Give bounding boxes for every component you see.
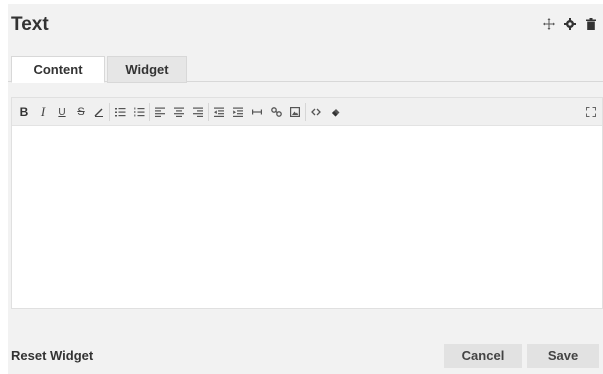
editor-content-area[interactable]	[12, 127, 602, 308]
horizontal-rule-icon[interactable]	[250, 104, 264, 120]
header-actions	[543, 18, 597, 30]
bold-icon[interactable]: B	[17, 104, 31, 120]
gear-icon[interactable]	[564, 18, 576, 30]
toolbar-separator	[208, 103, 209, 121]
move-icon[interactable]	[543, 18, 555, 30]
tab-bar: Content Widget	[8, 56, 603, 83]
text-color-icon[interactable]	[92, 104, 106, 120]
tab-content[interactable]: Content	[11, 56, 105, 83]
indent-icon[interactable]	[231, 104, 245, 120]
widget-editor-panel: Text Content Widget B I U S Reset Widget…	[8, 4, 603, 374]
cancel-button[interactable]: Cancel	[444, 344, 522, 368]
panel-footer: Reset Widget Cancel Save	[8, 344, 603, 374]
panel-header: Text	[8, 4, 603, 46]
italic-icon[interactable]: I	[36, 104, 50, 120]
clear-formatting-icon[interactable]	[329, 104, 343, 120]
save-button[interactable]: Save	[527, 344, 599, 368]
align-center-icon[interactable]	[172, 104, 186, 120]
toolbar-separator	[109, 103, 110, 121]
numbered-list-icon[interactable]	[132, 104, 146, 120]
outdent-icon[interactable]	[212, 104, 226, 120]
fullscreen-icon[interactable]	[584, 104, 598, 120]
widget-title: Text	[11, 14, 49, 35]
bulleted-list-icon[interactable]	[113, 104, 127, 120]
align-right-icon[interactable]	[191, 104, 205, 120]
strikethrough-icon[interactable]: S	[74, 104, 88, 120]
source-code-icon[interactable]	[309, 104, 323, 120]
align-left-icon[interactable]	[153, 104, 167, 120]
toolbar-separator	[305, 103, 306, 121]
reset-widget-link[interactable]: Reset Widget	[11, 348, 93, 363]
image-icon[interactable]	[288, 104, 302, 120]
editor-toolbar: B I U S	[12, 98, 602, 126]
link-icon[interactable]	[269, 104, 283, 120]
rich-text-editor: B I U S	[11, 97, 603, 309]
trash-icon[interactable]	[585, 18, 597, 30]
toolbar-separator	[149, 103, 150, 121]
tab-widget[interactable]: Widget	[107, 56, 187, 83]
underline-icon[interactable]: U	[55, 104, 69, 120]
